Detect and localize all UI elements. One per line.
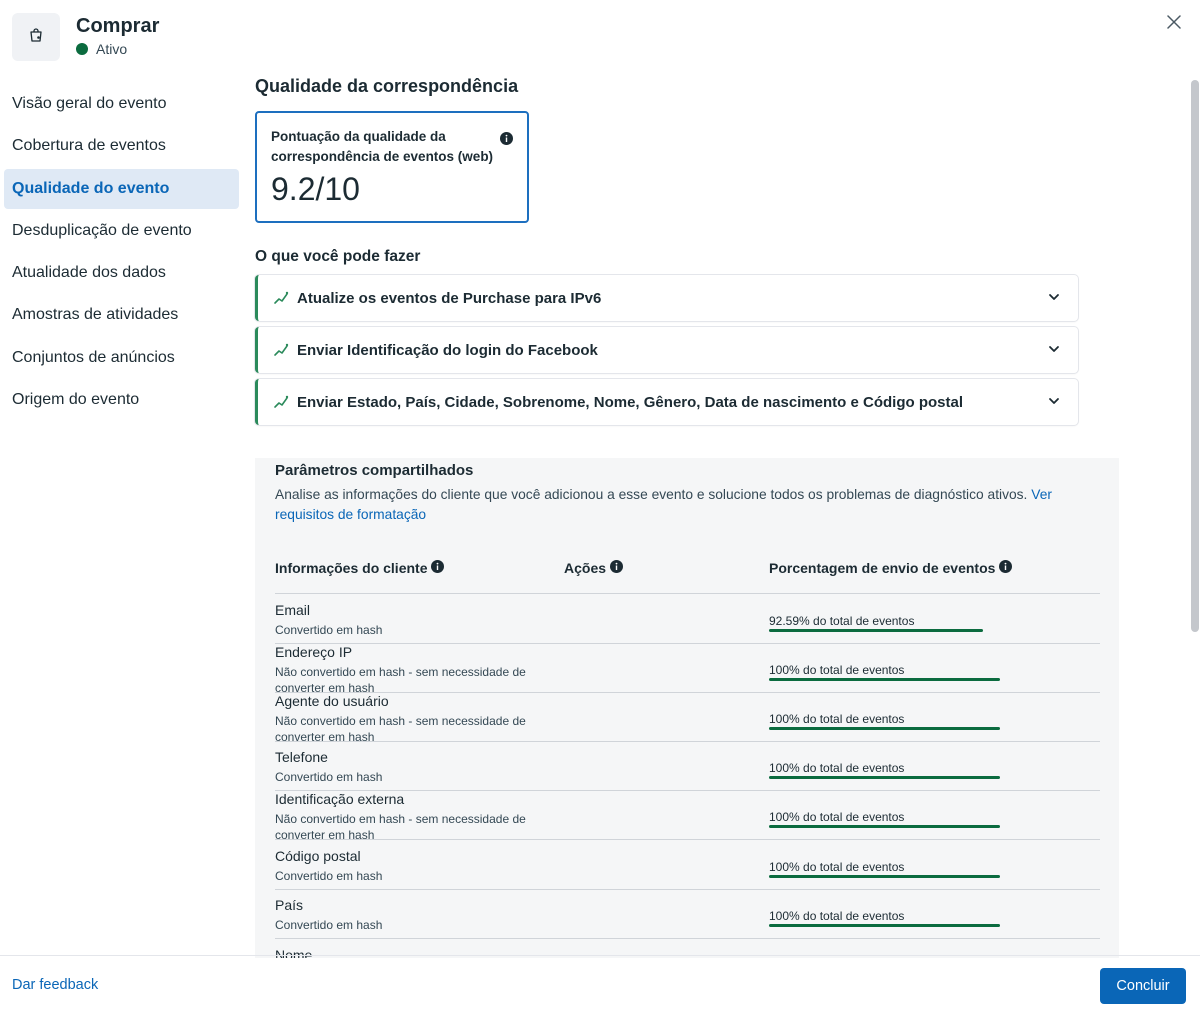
- row-percentage-text: 100% do total de eventos: [769, 860, 905, 874]
- table-header-divider: [275, 593, 1100, 594]
- recommendation-item[interactable]: Enviar Identificação do login do Faceboo…: [255, 327, 1078, 373]
- column-header-label: Ações: [564, 560, 607, 576]
- column-header-percentage: Porcentagem de envio de eventos: [769, 560, 1013, 576]
- row-hash-status: Não convertido em hash - sem necessidade…: [275, 665, 526, 695]
- close-button[interactable]: [1162, 12, 1186, 36]
- row-percentage-text: 92.59% do total de eventos: [769, 614, 915, 628]
- row-percentage-bar: [769, 727, 1000, 730]
- row-hash-status: Não convertido em hash - sem necessidade…: [275, 714, 526, 744]
- sidebar-nav: Visão geral do evento Cobertura de event…: [4, 84, 239, 422]
- info-icon[interactable]: [500, 132, 513, 150]
- chevron-down-icon[interactable]: [1048, 290, 1060, 308]
- row-hash-status: Convertido em hash: [275, 869, 383, 883]
- row-hash-status: Convertido em hash: [275, 623, 383, 637]
- row-percentage-bar: [769, 629, 983, 632]
- row-hash-status: Não convertido em hash - sem necessidade…: [275, 812, 526, 842]
- row-percentage-text: 100% do total de eventos: [769, 909, 905, 923]
- status-label: Ativo: [96, 41, 128, 57]
- row-name: Endereço IP: [275, 644, 353, 660]
- table-row: Agente do usuário Não convertido em hash…: [275, 693, 1100, 744]
- recommendation-item[interactable]: Enviar Estado, País, Cidade, Sobrenome, …: [255, 379, 1078, 425]
- table-row: Nome: [275, 947, 1100, 958]
- row-percentage-bar: [769, 776, 1000, 779]
- score-value: 9.2/10: [271, 171, 360, 207]
- row-hash-status: Convertido em hash: [275, 918, 383, 932]
- recommendation-label: Enviar Identificação do login do Faceboo…: [297, 341, 598, 359]
- params-description: Analise as informações do cliente que vo…: [275, 485, 1095, 525]
- sidebar-item-origem[interactable]: Origem do evento: [4, 380, 239, 420]
- row-percentage-text: 100% do total de eventos: [769, 810, 905, 824]
- table-row: Telefone Convertido em hash 100% do tota…: [275, 749, 1100, 791]
- row-name: Identificação externa: [275, 791, 405, 807]
- score-label: Pontuação da qualidade da correspondênci…: [271, 129, 494, 164]
- row-percentage-text: 100% do total de eventos: [769, 663, 905, 677]
- table-row: Identificação externa Não convertido em …: [275, 791, 1100, 842]
- row-percentage-text: 100% do total de eventos: [769, 761, 905, 775]
- recommendation-item[interactable]: Atualize os eventos de Purchase para IPv…: [255, 275, 1078, 321]
- trend-icon: [273, 290, 289, 306]
- row-percentage-bar: [769, 825, 1000, 828]
- row-name: País: [275, 897, 304, 913]
- row-name: Telefone: [275, 749, 328, 765]
- column-header-actions: Ações: [564, 560, 624, 576]
- sidebar-item-qualidade[interactable]: Qualidade do evento: [4, 168, 239, 209]
- event-status: Ativo: [76, 41, 127, 57]
- event-title: Comprar: [76, 15, 160, 37]
- section-title: Qualidade da correspondência: [255, 76, 519, 96]
- sidebar-item-cobertura[interactable]: Cobertura de eventos: [4, 126, 239, 166]
- row-name: Código postal: [275, 848, 361, 864]
- table-row: Código postal Convertido em hash 100% do…: [275, 848, 1100, 890]
- score-card: Pontuação da qualidade da correspondênci…: [255, 111, 529, 223]
- recommendations-title: O que você pode fazer: [255, 248, 421, 265]
- row-percentage-text: 100% do total de eventos: [769, 712, 905, 726]
- trend-icon: [273, 342, 289, 358]
- row-percentage-bar: [769, 924, 1000, 927]
- info-icon[interactable]: [431, 560, 445, 576]
- row-name: Agente do usuário: [275, 693, 389, 709]
- sidebar-item-conjuntos[interactable]: Conjuntos de anúncios: [4, 338, 239, 378]
- sidebar-item-atualidade[interactable]: Atualidade dos dados: [4, 253, 239, 293]
- params-title: Parâmetros compartilhados: [275, 462, 474, 479]
- row-hash-status: Convertido em hash: [275, 770, 383, 784]
- recommendation-label: Atualize os eventos de Purchase para IPv…: [297, 289, 602, 307]
- table-row: Endereço IP Não convertido em hash - sem…: [275, 644, 1100, 695]
- chevron-down-icon[interactable]: [1048, 394, 1060, 412]
- done-button[interactable]: Concluir: [1100, 968, 1186, 1004]
- table-row: Email Convertido em hash 92.59% do total…: [275, 602, 1100, 644]
- column-header-customer-info: Informações do cliente: [275, 560, 445, 576]
- shopping-bag-icon: [28, 27, 44, 48]
- footer-divider: [0, 955, 1200, 956]
- table-row: País Convertido em hash 100% do total de…: [275, 897, 1100, 939]
- info-icon[interactable]: [999, 560, 1013, 576]
- column-header-label: Informações do cliente: [275, 560, 428, 576]
- params-description-text: Analise as informações do cliente que vo…: [275, 487, 1028, 502]
- status-dot: [76, 43, 88, 55]
- row-name: Email: [275, 602, 311, 618]
- shared-params-panel: Parâmetros compartilhados Analise as inf…: [255, 458, 1119, 958]
- sidebar-item-desduplicacao[interactable]: Desduplicação de evento: [4, 211, 239, 251]
- event-icon-box: [12, 13, 60, 61]
- scrollbar-thumb[interactable]: [1191, 80, 1199, 632]
- close-icon: [1167, 14, 1181, 34]
- row-name: Nome: [275, 947, 313, 958]
- trend-icon: [273, 394, 289, 410]
- column-header-label: Porcentagem de envio de eventos: [769, 560, 996, 576]
- recommendation-label: Enviar Estado, País, Cidade, Sobrenome, …: [297, 393, 963, 411]
- chevron-down-icon[interactable]: [1048, 342, 1060, 360]
- row-percentage-bar: [769, 678, 1000, 681]
- info-icon[interactable]: [610, 560, 624, 576]
- sidebar-item-amostras[interactable]: Amostras de atividades: [4, 295, 239, 335]
- feedback-link[interactable]: Dar feedback: [12, 977, 98, 993]
- sidebar-item-visao-geral[interactable]: Visão geral do evento: [4, 84, 239, 124]
- row-percentage-bar: [769, 875, 1000, 878]
